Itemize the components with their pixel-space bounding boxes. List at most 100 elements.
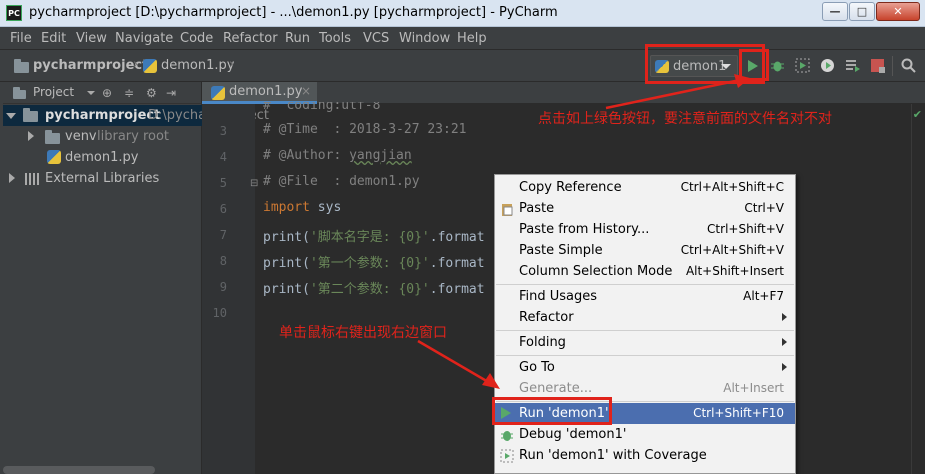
code-string: '第二个参数: {0}' [309, 282, 430, 297]
search-button[interactable] [901, 58, 916, 73]
close-button[interactable]: ✕ [876, 2, 920, 21]
tree-item-label: demon1.py [65, 150, 139, 165]
code-line-5: # @File : demon1.py [263, 174, 420, 189]
close-tab-icon[interactable]: × [301, 84, 311, 98]
tree-item-external-libraries[interactable]: External Libraries [3, 168, 202, 189]
code-text: .format [429, 256, 485, 271]
minimize-button[interactable]: — [822, 2, 848, 21]
editor-tab-bar: demon1.py × [202, 82, 925, 104]
menu-bar: File Edit View Navigate Code Refactor Ru… [0, 27, 925, 50]
menu-item-find-usages[interactable]: Find Usages Alt+F7 [495, 286, 795, 307]
breadcrumb-separator: › [229, 57, 235, 72]
fold-marker-icon[interactable]: ⊟ [250, 178, 258, 189]
code-func: print( [263, 282, 310, 297]
chevron-down-icon[interactable] [87, 91, 95, 95]
tree-item-project-root[interactable]: pycharmproject D:\pycharmproject [3, 105, 269, 126]
tree-item-label: External Libraries [45, 171, 160, 186]
menu-item-run-with-coverage[interactable]: Run 'demon1' with Coverage [495, 445, 795, 466]
menu-item-label: Paste Simple [519, 243, 603, 258]
window-title: pycharmproject [D:\pycharmproject] - ...… [29, 5, 558, 20]
menu-navigate[interactable]: Navigate [115, 31, 173, 46]
menu-item-shortcut: Ctrl+V [744, 201, 784, 215]
folder-icon [23, 108, 38, 122]
menu-separator [496, 330, 794, 331]
menu-item-generate[interactable]: Generate... Alt+Insert [495, 378, 795, 399]
tab-demon1[interactable]: demon1.py × [202, 82, 317, 104]
menu-code[interactable]: Code [180, 31, 213, 46]
line-number: 4 [219, 150, 227, 164]
context-menu: Copy Reference Ctrl+Alt+Shift+C Paste Ct… [494, 174, 796, 474]
menu-item-column-selection-mode[interactable]: Column Selection Mode Alt+Shift+Insert [495, 261, 795, 282]
menu-separator [496, 355, 794, 356]
code-line-3: # @Time : 2018-3-27 23:21 [263, 122, 467, 137]
menu-item-label: Paste [519, 201, 555, 216]
error-stripe[interactable] [911, 104, 925, 474]
gear-icon[interactable]: ⚙ [146, 86, 157, 100]
collapse-icon[interactable]: ≑ [124, 86, 134, 100]
menu-item-debug-demon1[interactable]: Debug 'demon1' [495, 424, 795, 445]
concurrency-button[interactable] [845, 58, 860, 73]
coverage-icon [795, 58, 810, 73]
project-panel: Project ⊕ ≑ ⚙ ⇥ pycharmproject D:\pychar… [3, 82, 269, 474]
menu-item-label: Find Usages [519, 289, 598, 304]
horizontal-scrollbar[interactable] [3, 466, 155, 474]
profile-button[interactable] [820, 58, 835, 73]
menu-item-shortcut: Ctrl+Alt+Shift+C [680, 180, 784, 194]
search-icon [901, 58, 916, 73]
stop-button[interactable] [870, 58, 885, 73]
folder-icon [14, 59, 29, 73]
menu-edit[interactable]: Edit [41, 31, 66, 46]
maximize-button[interactable]: □ [849, 2, 875, 21]
coverage-button[interactable] [795, 58, 810, 73]
menu-item-copy-reference[interactable]: Copy Reference Ctrl+Alt+Shift+C [495, 177, 795, 198]
bug-icon [771, 61, 784, 72]
menu-vcs[interactable]: VCS [363, 31, 389, 46]
project-view-label[interactable]: Project [33, 85, 74, 99]
menu-refactor[interactable]: Refactor [223, 31, 278, 46]
tree-item-demon1[interactable]: demon1.py [3, 147, 202, 168]
menu-item-label: Refactor [519, 310, 574, 325]
menu-item-shortcut: Ctrl+Shift+V [707, 222, 784, 236]
line-number: 7 [219, 228, 227, 242]
menu-file[interactable]: File [10, 31, 32, 46]
menu-run[interactable]: Run [285, 31, 310, 46]
menu-item-paste[interactable]: Paste Ctrl+V [495, 198, 795, 219]
pycharm-app-icon: PC [6, 5, 22, 21]
menu-separator [496, 284, 794, 285]
annotation-arrow [605, 74, 750, 110]
menu-item-label: Paste from History... [519, 222, 650, 237]
chevron-right-icon [782, 363, 787, 371]
line-number: 5 [219, 176, 227, 190]
menu-help[interactable]: Help [457, 31, 487, 46]
check-icon: ✔ [912, 108, 922, 121]
line-number: 9 [219, 280, 227, 294]
chevron-right-icon [28, 131, 34, 141]
code-line-4: # @Author: yangjian [263, 148, 412, 163]
breadcrumb-separator: › [133, 57, 139, 72]
hide-icon[interactable]: ⇥ [166, 86, 176, 100]
menu-window[interactable]: Window [399, 31, 450, 46]
annotation-box-run-item [492, 397, 612, 425]
project-panel-header: Project ⊕ ≑ ⚙ ⇥ [3, 82, 202, 104]
tree-item-venv[interactable]: venv library root [3, 126, 202, 147]
breadcrumb-file[interactable]: demon1.py [161, 58, 234, 73]
folder-icon [13, 87, 26, 99]
menu-item-shortcut: Ctrl+Alt+Shift+V [680, 243, 784, 257]
menu-item-folding[interactable]: Folding [495, 332, 795, 353]
chevron-right-icon [782, 338, 787, 346]
code-func: print( [263, 230, 310, 245]
menu-item-paste-simple[interactable]: Paste Simple Ctrl+Alt+Shift+V [495, 240, 795, 261]
breadcrumb-project[interactable]: pycharmproject [33, 58, 148, 73]
menu-tools[interactable]: Tools [319, 31, 351, 46]
debug-button[interactable] [770, 58, 785, 73]
target-icon[interactable]: ⊕ [102, 86, 112, 100]
line-number: 3 [219, 124, 227, 138]
menu-item-label: Run 'demon1' with Coverage [519, 448, 707, 463]
menu-item-refactor[interactable]: Refactor [495, 307, 795, 328]
line-number: 10 [212, 306, 227, 320]
menu-view[interactable]: View [76, 31, 107, 46]
menu-item-paste-from-history[interactable]: Paste from History... Ctrl+Shift+V [495, 219, 795, 240]
menu-item-go-to[interactable]: Go To [495, 357, 795, 378]
code-string: '脚本名字是: {0}' [309, 230, 430, 245]
python-file-icon [47, 150, 61, 164]
